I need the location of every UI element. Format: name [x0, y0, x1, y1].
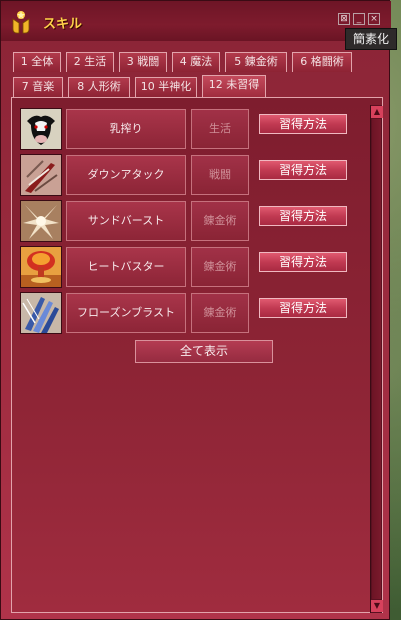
- tab-unlearned[interactable]: 12 未習得: [202, 75, 266, 97]
- skill-row: ヒートバスター 錬金術 習得方法: [20, 246, 380, 288]
- skill-name[interactable]: ダウンアタック: [66, 155, 186, 195]
- tab-label: 魔法: [190, 55, 213, 68]
- skill-category: 錬金術: [191, 201, 249, 241]
- tab-label: 錬金術: [244, 55, 278, 68]
- skill-name[interactable]: 乳搾り: [66, 109, 186, 149]
- skill-window: スキル ⊠ _ × 1 全体 2 生活 3 戦闘 4 魔法 5 錬金術 6 格闘…: [0, 0, 391, 620]
- simplify-tooltip: 簡素化: [345, 28, 397, 50]
- ice-blast-icon: [20, 292, 62, 334]
- how-to-learn-button[interactable]: 習得方法: [259, 252, 347, 272]
- scroll-up-arrow-icon[interactable]: ▲: [371, 106, 383, 118]
- scroll-down-arrow-icon[interactable]: ▼: [371, 600, 383, 612]
- tab-number: 1: [20, 55, 28, 68]
- how-to-learn-button[interactable]: 習得方法: [259, 298, 347, 318]
- simplify-toggle-icon[interactable]: ⊠: [338, 13, 350, 25]
- skill-row: ダウンアタック 戦闘 習得方法: [20, 154, 380, 196]
- sword-strike-icon: [20, 154, 62, 196]
- tab-label: 人形術: [87, 80, 121, 93]
- skill-category: 錬金術: [191, 247, 249, 287]
- tab-label: 半神化: [158, 80, 192, 93]
- tab-alchemy[interactable]: 5 錬金術: [225, 52, 287, 72]
- tab-label: 未習得: [226, 78, 260, 91]
- tab-all[interactable]: 1 全体: [13, 52, 61, 72]
- tab-number: 10: [140, 80, 155, 93]
- skill-row: 乳搾り 生活 習得方法: [20, 108, 380, 150]
- tab-number: 4: [179, 55, 187, 68]
- tab-number: 3: [126, 55, 134, 68]
- tab-life[interactable]: 2 生活: [66, 52, 114, 72]
- tab-music[interactable]: 7 音楽: [13, 77, 63, 97]
- minimize-icon[interactable]: _: [353, 13, 365, 25]
- close-icon[interactable]: ×: [368, 13, 380, 25]
- scrollbar-thumb[interactable]: [372, 119, 381, 599]
- sand-burst-icon: [20, 200, 62, 242]
- tab-number: 7: [21, 80, 29, 93]
- tab-number: 5: [234, 55, 242, 68]
- tab-label: 生活: [84, 55, 107, 68]
- tab-label: 全体: [31, 55, 54, 68]
- skill-window-logo-icon: [12, 11, 30, 34]
- how-to-learn-button[interactable]: 習得方法: [259, 206, 347, 226]
- how-to-learn-button[interactable]: 習得方法: [259, 160, 347, 180]
- cow-icon: [20, 108, 62, 150]
- skill-category: 錬金術: [191, 293, 249, 333]
- tab-label: 音楽: [32, 80, 55, 93]
- skill-row: フローズンブラスト 錬金術 習得方法: [20, 292, 380, 334]
- window-titlebar[interactable]: スキル ⊠ _ ×: [1, 1, 391, 41]
- skill-name[interactable]: サンドバースト: [66, 201, 186, 241]
- skill-row: サンドバースト 錬金術 習得方法: [20, 200, 380, 242]
- scrollbar[interactable]: ▲ ▼: [370, 105, 383, 613]
- tab-label: 戦闘: [137, 55, 160, 68]
- tab-number: 8: [77, 80, 85, 93]
- window-title: スキル: [43, 17, 83, 32]
- tab-number: 2: [73, 55, 81, 68]
- tab-number: 12: [208, 78, 223, 91]
- tab-combat[interactable]: 3 戦闘: [119, 52, 167, 72]
- skill-name[interactable]: ヒートバスター: [66, 247, 186, 287]
- skill-name[interactable]: フローズンブラスト: [66, 293, 186, 333]
- tab-martial-arts[interactable]: 6 格闘術: [292, 52, 352, 72]
- tab-label: 格闘術: [310, 55, 344, 68]
- explosion-icon: [20, 246, 62, 288]
- how-to-learn-button[interactable]: 習得方法: [259, 114, 347, 134]
- show-all-button[interactable]: 全て表示: [135, 340, 273, 363]
- skill-category: 戦闘: [191, 155, 249, 195]
- skill-category: 生活: [191, 109, 249, 149]
- tab-number: 6: [300, 55, 308, 68]
- tab-magic[interactable]: 4 魔法: [172, 52, 220, 72]
- tab-demigod[interactable]: 10 半神化: [135, 77, 197, 97]
- tab-puppetry[interactable]: 8 人形術: [68, 77, 130, 97]
